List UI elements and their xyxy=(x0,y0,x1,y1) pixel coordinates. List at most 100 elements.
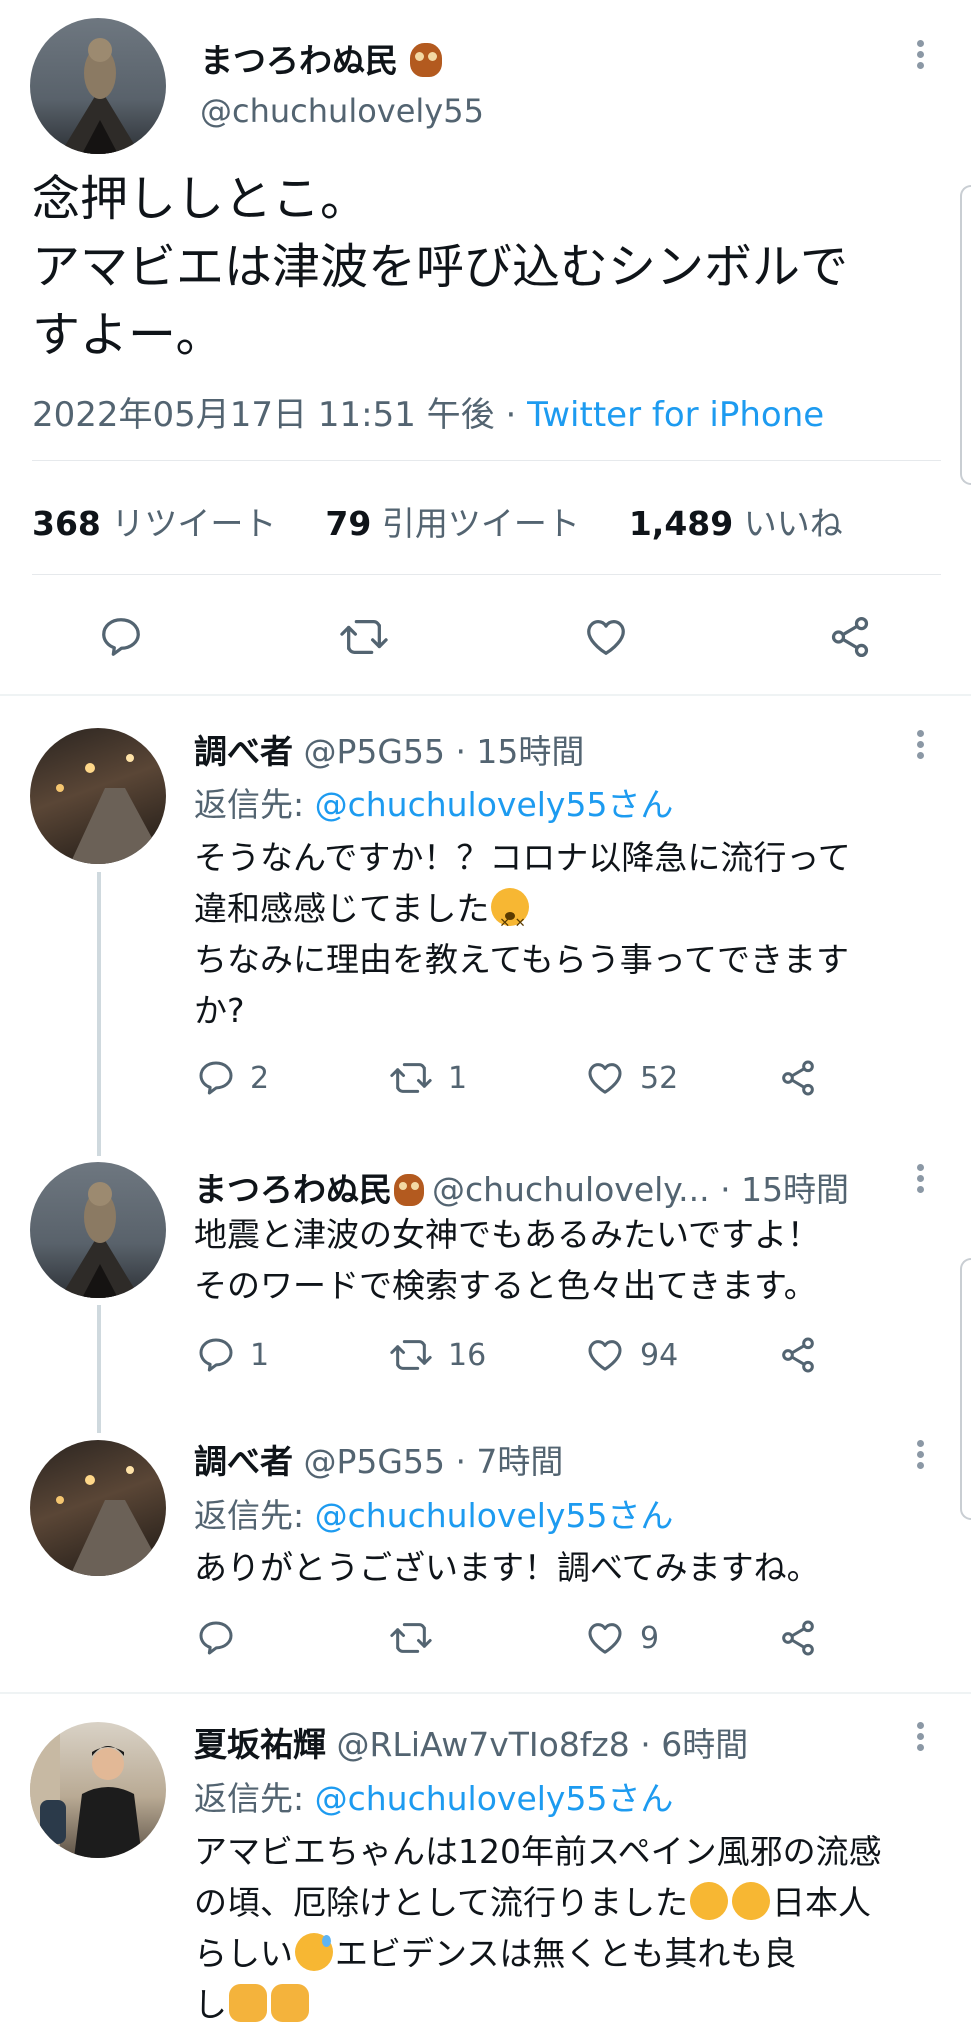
avatar[interactable] xyxy=(30,728,166,864)
retweet-button[interactable] xyxy=(338,614,390,660)
reply-header: まつろわぬ民 @chuchulovely... · 15時間 xyxy=(194,1163,849,1211)
more-options-icon[interactable] xyxy=(917,40,925,73)
heart-icon xyxy=(588,1063,622,1094)
reply-text: 地震と津波の女神でもあるみたいですよ！ そのワードで検索すると色々出てきます。 xyxy=(194,1215,821,1305)
retweet-icon xyxy=(390,1063,432,1093)
reply-text: そうなんですか！？コロナ以降急に流行って 違和感感じてました ✕ ✕ ちなみに理由… xyxy=(194,838,851,1030)
thumbs-up-emoji-icon xyxy=(271,1984,309,2022)
reply-header: 調べ者 @P5G55 · 15時間 xyxy=(194,725,584,773)
author-meta[interactable]: @P5G55 · 7時間 xyxy=(304,1442,564,1481)
owl-icon xyxy=(409,43,442,77)
reply-button[interactable]: 2 xyxy=(196,1058,269,1098)
share-icon xyxy=(782,1060,814,1096)
reply-to-link[interactable]: @chuchulovely55さん xyxy=(315,1779,674,1818)
share-button[interactable] xyxy=(778,1618,818,1658)
author-name[interactable]: 調べ者 xyxy=(194,1442,293,1481)
share-icon xyxy=(782,1337,814,1373)
like-button[interactable] xyxy=(582,614,630,660)
reply-header: 調べ者 @P5G55 · 7時間 xyxy=(194,1435,563,1483)
reply-icon xyxy=(199,1061,233,1095)
street-photo xyxy=(56,1466,166,1576)
retweet-button[interactable] xyxy=(388,1618,434,1658)
reply-to-link[interactable]: @chuchulovely55さん xyxy=(315,785,674,824)
reply-count: 1 xyxy=(250,1337,270,1373)
reply-header: 夏坂祐輝 @RLiAw7vTIo8fz8 · 6時間 xyxy=(194,1718,748,1766)
timestamp[interactable]: 2022年05月17日 11:51 午後 xyxy=(32,395,495,435)
like-count: 9 xyxy=(640,1620,660,1656)
owl-photo xyxy=(60,1182,140,1298)
rolling-laughing-emoji-icon xyxy=(683,1875,735,1927)
reply-text: アマビエちゃんは120年前スペイン風邪の流感 の頃、厄除けとして流行りました 日本… xyxy=(194,1832,882,2024)
heart-icon xyxy=(587,620,625,655)
author-meta[interactable]: @P5G55 · 15時間 xyxy=(304,732,585,771)
rolling-laughing-emoji-icon xyxy=(725,1875,777,1927)
like-button[interactable]: 52 xyxy=(584,1058,678,1098)
more-options-icon[interactable] xyxy=(917,1440,925,1473)
more-options-icon[interactable] xyxy=(917,1164,925,1197)
like-count: 52 xyxy=(640,1060,679,1096)
reply-button[interactable]: 1 xyxy=(196,1335,269,1375)
scrollbar[interactable] xyxy=(960,185,971,485)
more-options-icon[interactable] xyxy=(917,730,925,763)
section-divider xyxy=(0,694,971,696)
source-link[interactable]: Twitter for iPhone xyxy=(527,395,824,435)
author-name[interactable]: 夏坂祐輝 xyxy=(194,1725,326,1764)
tweet-stats: 368 リツイート 79 引用ツイート 1,489 いいね xyxy=(32,497,843,545)
thumbs-up-emoji-icon xyxy=(229,1984,267,2022)
retweet-icon xyxy=(340,620,388,654)
scrollbar[interactable] xyxy=(960,1258,971,1520)
author-meta[interactable]: @chuchulovely... · 15時間 xyxy=(432,1170,849,1209)
author-name[interactable]: まつろわぬ民 xyxy=(194,1170,392,1209)
avatar[interactable] xyxy=(30,1722,166,1858)
share-icon xyxy=(782,1620,814,1656)
retweet-button[interactable]: 16 xyxy=(388,1335,486,1375)
reply-text: ありがとうございます！調べてみますね。 xyxy=(194,1548,820,1587)
share-button[interactable] xyxy=(778,1058,818,1098)
avatar[interactable] xyxy=(30,1162,166,1298)
like-count: 94 xyxy=(640,1337,679,1373)
heart-icon xyxy=(588,1623,622,1654)
share-button[interactable] xyxy=(778,1335,818,1375)
reply-button[interactable] xyxy=(196,1618,236,1658)
owl-icon xyxy=(394,1174,424,1206)
retweet-stat[interactable]: 368 リツイート xyxy=(32,504,276,543)
share-button[interactable] xyxy=(826,614,874,660)
author-name[interactable]: 調べ者 xyxy=(194,732,293,771)
divider xyxy=(32,574,941,575)
tweet-text: 念押ししとこ。 アマビエは津波を呼び込むシンボルで すよー。 xyxy=(32,171,849,363)
reply-to: 返信先: @chuchulovely55さん xyxy=(194,1779,674,1818)
share-icon xyxy=(831,616,869,658)
retweet-count: 16 xyxy=(448,1337,487,1373)
retweet-icon xyxy=(390,1340,432,1370)
avatar[interactable] xyxy=(30,1440,166,1576)
reply-to: 返信先: @chuchulovely55さん xyxy=(194,785,674,824)
like-button[interactable]: 94 xyxy=(584,1335,678,1375)
like-button[interactable]: 9 xyxy=(584,1618,659,1658)
avatar[interactable] xyxy=(30,18,166,154)
more-options-icon[interactable] xyxy=(917,1722,925,1755)
reply-to: 返信先: @chuchulovely55さん xyxy=(194,1496,674,1535)
owl-photo xyxy=(60,38,140,154)
retweet-button[interactable]: 1 xyxy=(388,1058,467,1098)
tweet-meta: 2022年05月17日 11:51 午後 · Twitter for iPhon… xyxy=(32,395,825,435)
thread-line xyxy=(97,1305,101,1433)
heart-icon xyxy=(588,1340,622,1371)
author-meta[interactable]: @RLiAw7vTIo8fz8 · 6時間 xyxy=(337,1725,749,1764)
sweat-smile-emoji-icon xyxy=(295,1933,333,1971)
reply-icon xyxy=(199,1621,233,1655)
retweet-icon xyxy=(390,1623,432,1653)
like-stat[interactable]: 1,489 いいね xyxy=(629,504,843,543)
quote-stat[interactable]: 79 引用ツイート xyxy=(325,504,579,543)
section-divider xyxy=(0,1692,971,1694)
author-name[interactable]: まつろわぬ民 xyxy=(200,34,442,82)
divider xyxy=(32,460,941,461)
street-photo xyxy=(56,754,166,864)
reply-icon xyxy=(102,618,140,656)
reply-button[interactable] xyxy=(98,614,144,660)
retweet-count: 1 xyxy=(448,1060,468,1096)
author-handle[interactable]: @chuchulovely55 xyxy=(200,92,484,130)
dizzy-face-emoji-icon: ✕ ✕ xyxy=(491,888,530,931)
reply-to-link[interactable]: @chuchulovely55さん xyxy=(315,1496,674,1535)
thread-line xyxy=(97,872,101,1156)
reply-count: 2 xyxy=(250,1060,270,1096)
